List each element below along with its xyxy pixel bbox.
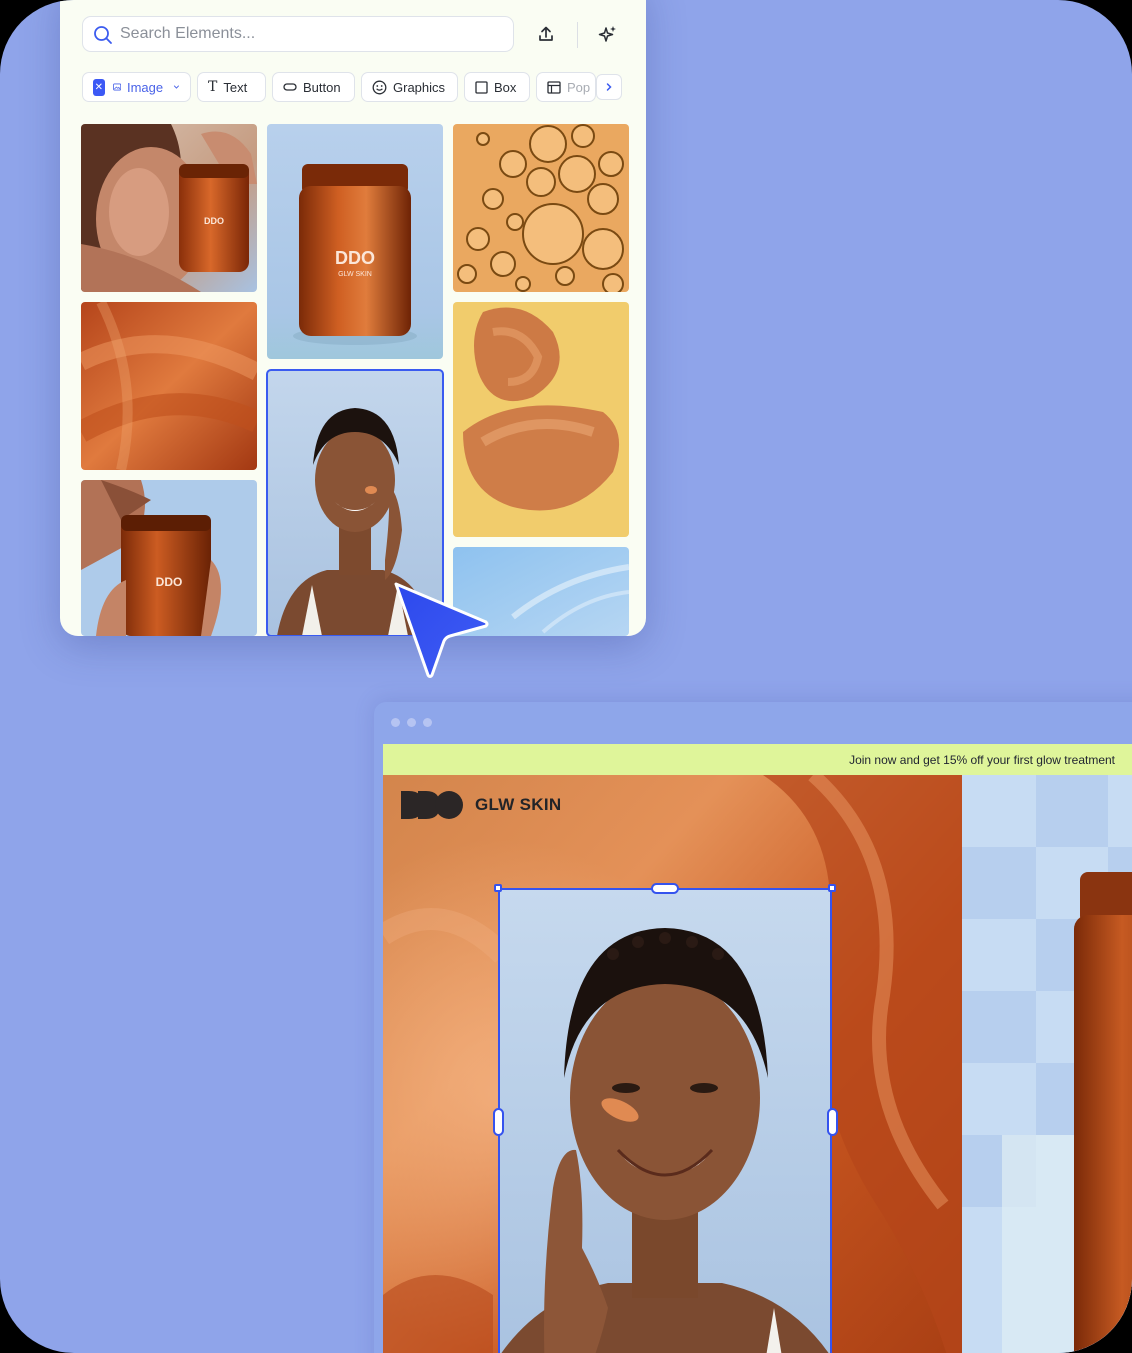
brand-name: GLW SKIN xyxy=(475,795,562,814)
box-icon xyxy=(475,80,488,94)
window-dot xyxy=(423,718,432,727)
filter-chip-graphics[interactable]: Graphics xyxy=(361,72,458,102)
product-logo-text: GLW SKIN xyxy=(338,271,372,278)
toolbar-divider xyxy=(577,22,578,48)
ai-generate-button[interactable] xyxy=(592,18,624,50)
text-icon: T xyxy=(208,79,218,95)
filter-chip-label: Box xyxy=(494,79,517,95)
resize-handle-top[interactable] xyxy=(651,883,679,894)
selected-image-element[interactable] xyxy=(498,888,832,1353)
pointer-cursor-icon xyxy=(394,582,489,678)
resize-handle-right[interactable] xyxy=(827,1108,838,1136)
scroll-filters-right-button[interactable] xyxy=(596,74,622,100)
thumbnail-orange-texture[interactable] xyxy=(81,302,257,470)
window-dot xyxy=(391,718,400,727)
filter-chip-label: Pop xyxy=(567,79,591,95)
resize-handle-top-right[interactable] xyxy=(828,884,836,892)
search-icon xyxy=(94,26,112,44)
filter-chip-image[interactable]: ✕ Image xyxy=(82,72,191,102)
filter-chip-popup[interactable]: Pop xyxy=(536,72,596,102)
search-placeholder: Search Elements... xyxy=(120,25,256,42)
popup-icon xyxy=(547,80,561,94)
logo-mark-icon xyxy=(401,791,463,819)
upload-icon xyxy=(539,26,553,41)
brand-logo[interactable]: GLW SKIN xyxy=(401,789,561,821)
window-dot xyxy=(407,718,416,727)
svg-text:DDO: DDO xyxy=(156,575,183,589)
promo-banner[interactable]: Join now and get 15% off your first glow… xyxy=(383,744,1132,775)
add-elements-panel: Search Elements... ✕ Image T Text Button… xyxy=(60,0,646,636)
thumbnail-model-with-jar[interactable]: DDO xyxy=(81,480,257,636)
smiley-icon xyxy=(372,80,387,94)
thumbnail-oil-bubbles[interactable] xyxy=(453,124,629,292)
site-canvas: Join now and get 15% off your first glow… xyxy=(383,744,1132,1353)
chevron-right-icon xyxy=(606,83,612,91)
ai-sparkle-icon xyxy=(598,26,616,42)
filter-chip-label: Graphics xyxy=(393,79,446,95)
hero-product-image[interactable] xyxy=(962,775,1132,1353)
filter-chip-label: Button xyxy=(303,79,341,95)
filter-chip-button[interactable]: Button xyxy=(272,72,355,102)
filter-chip-label: Text xyxy=(223,79,248,95)
thumbnail-model-holding-jar[interactable]: DDO xyxy=(81,124,257,292)
filter-chip-label: Image xyxy=(126,79,164,95)
promo-text: Join now and get 15% off your first glow… xyxy=(849,752,1115,767)
svg-text:DDO: DDO xyxy=(204,216,224,226)
search-input[interactable]: Search Elements... xyxy=(82,16,514,52)
thumbnail-cream-swatches[interactable] xyxy=(453,302,629,537)
filter-chip-text[interactable]: T Text xyxy=(197,72,266,102)
upload-button[interactable] xyxy=(530,18,562,50)
button-icon xyxy=(283,83,297,91)
thumbnail-amber-jar-product[interactable]: DDO GLW SKIN xyxy=(267,124,443,359)
filter-chip-box[interactable]: Box xyxy=(464,72,530,102)
resize-handle-top-left[interactable] xyxy=(494,884,502,892)
svg-text:DDO: DDO xyxy=(335,248,375,268)
close-icon[interactable]: ✕ xyxy=(93,78,105,96)
image-icon xyxy=(112,83,121,91)
canvas-background: Search Elements... ✕ Image T Text Button… xyxy=(0,0,1132,1353)
chevron-down-icon xyxy=(174,85,180,89)
resize-handle-left[interactable] xyxy=(493,1108,504,1136)
editor-window: Join now and get 15% off your first glow… xyxy=(374,702,1132,1353)
